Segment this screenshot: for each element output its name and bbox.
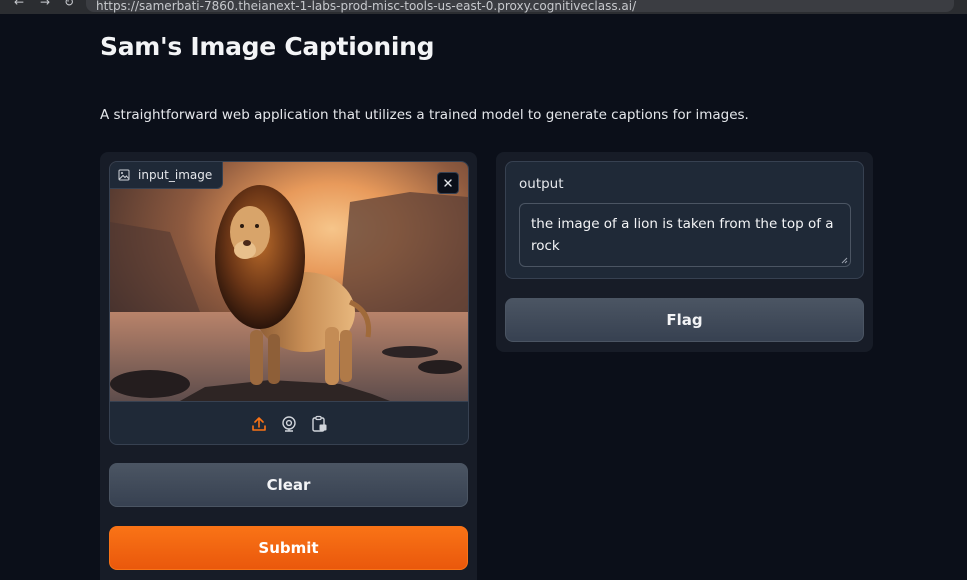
image-source-bar — [110, 401, 468, 444]
upload-icon[interactable] — [249, 414, 269, 434]
reload-icon[interactable]: ↻ — [64, 0, 74, 9]
close-icon — [444, 179, 452, 187]
url-text: https://samerbati-7860.theianext-1-labs-… — [96, 0, 637, 13]
image-input-label-text: input_image — [138, 168, 213, 182]
page-title: Sam's Image Captioning — [100, 32, 435, 61]
back-icon[interactable]: ← — [14, 0, 24, 9]
forward-icon[interactable]: → — [40, 0, 50, 9]
page-description: A straightforward web application that u… — [100, 107, 749, 123]
output-textbox[interactable]: the image of a lion is taken from the to… — [519, 203, 851, 267]
resize-handle-icon[interactable] — [840, 256, 848, 264]
submit-button[interactable]: Submit — [109, 526, 468, 570]
input-panel: input_image Clear Submit — [100, 152, 477, 580]
clipboard-icon[interactable] — [309, 414, 329, 434]
flag-button[interactable]: Flag — [505, 298, 864, 342]
browser-toolbar: ← → ↻ https://samerbati-7860.theianext-1… — [0, 0, 967, 14]
clear-button[interactable]: Clear — [109, 463, 468, 507]
address-bar[interactable]: https://samerbati-7860.theianext-1-labs-… — [86, 0, 954, 13]
output-block: output the image of a lion is taken from… — [505, 161, 864, 279]
output-panel: output the image of a lion is taken from… — [496, 152, 873, 352]
clear-image-button[interactable] — [437, 172, 459, 194]
webcam-icon[interactable] — [279, 414, 299, 434]
uploaded-lion-image — [110, 162, 468, 401]
output-label: output — [519, 176, 564, 192]
output-text: the image of a lion is taken from the to… — [531, 216, 834, 254]
image-input-label: input_image — [110, 162, 224, 189]
image-icon — [118, 169, 130, 181]
image-input[interactable]: input_image — [109, 161, 469, 445]
